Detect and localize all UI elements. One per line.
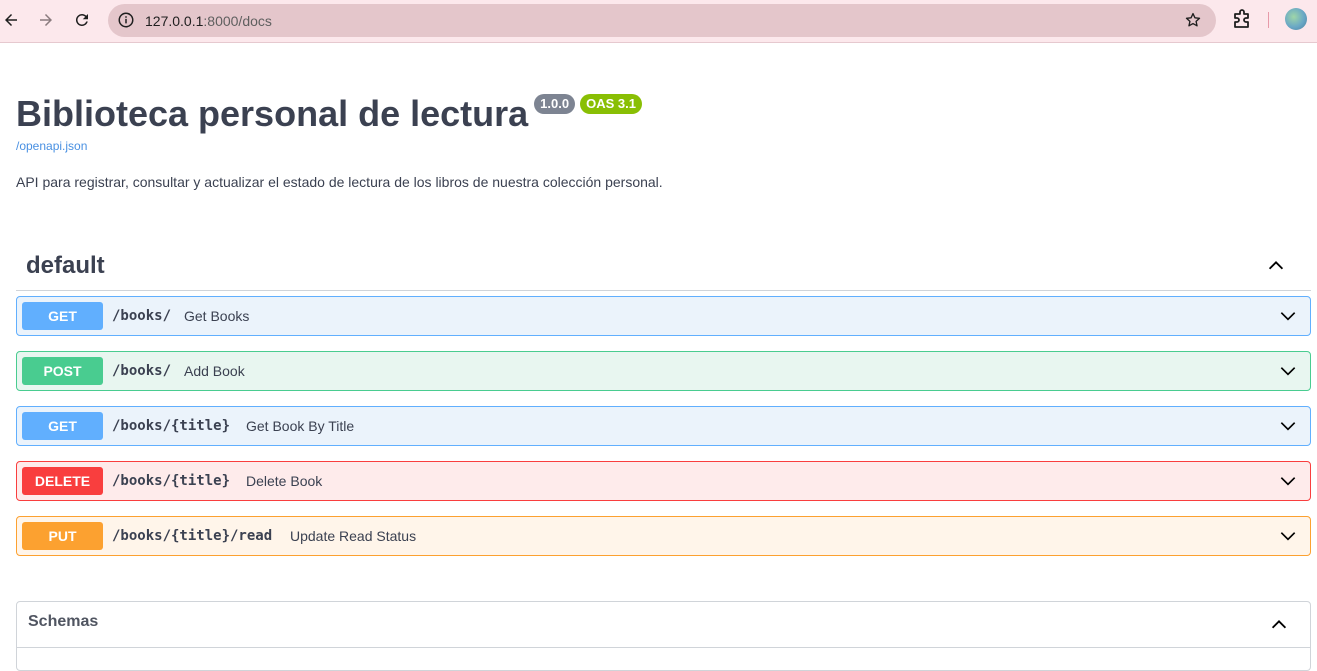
chevron-down-icon[interactable] <box>1278 306 1298 326</box>
url-text[interactable]: 127.0.0.1:8000/docs <box>145 13 272 29</box>
arrow-left-icon <box>5 14 17 26</box>
forward-button[interactable] <box>32 6 60 34</box>
operation-summary: Update Read Status <box>290 528 417 544</box>
browser-toolbar: 127.0.0.1:8000/docs <box>0 0 1317 43</box>
back-button[interactable] <box>0 6 25 34</box>
schemas-section: Schemas <box>16 601 1311 671</box>
puzzle-icon[interactable] <box>1230 8 1254 32</box>
chevron-up-icon[interactable] <box>1265 255 1287 277</box>
arrow-right-icon <box>40 14 52 26</box>
openapi-json-link[interactable]: /openapi.json <box>16 139 87 153</box>
avatar[interactable] <box>1285 8 1307 30</box>
operation-path: /books/ <box>112 363 172 379</box>
chevron-down-icon[interactable] <box>1278 416 1298 436</box>
operation-path: /books/{title} <box>112 418 231 434</box>
method-badge: GET <box>22 302 103 330</box>
api-description: API para registrar, consultar y actualiz… <box>16 174 663 190</box>
method-badge: GET <box>22 412 103 440</box>
operation-put-read-status[interactable]: PUT /books/{title}/read Update Read Stat… <box>16 516 1311 556</box>
reload-button[interactable] <box>68 6 96 34</box>
address-bar[interactable]: 127.0.0.1:8000/docs <box>108 4 1216 37</box>
operation-delete-book[interactable]: DELETE /books/{title} Delete Book <box>16 461 1311 501</box>
schemas-title: Schemas <box>28 613 99 630</box>
toolbar-divider <box>1268 12 1269 28</box>
chevron-down-icon[interactable] <box>1278 361 1298 381</box>
chevron-down-icon[interactable] <box>1278 471 1298 491</box>
section-default-header[interactable]: default <box>16 246 1311 291</box>
page-title: Biblioteca personal de lectura <box>16 93 529 134</box>
star-icon[interactable] <box>1184 11 1202 29</box>
operation-summary: Add Book <box>184 363 245 379</box>
operation-get-books[interactable]: GET /books/ Get Books <box>16 296 1311 336</box>
method-badge: DELETE <box>22 467 103 495</box>
method-badge: PUT <box>22 522 103 550</box>
api-info: Biblioteca personal de lectura 1.0.0 OAS… <box>16 92 642 136</box>
operation-summary: Get Book By Title <box>246 418 355 434</box>
operation-post-books[interactable]: POST /books/ Add Book <box>16 351 1311 391</box>
chevron-up-icon[interactable] <box>1268 614 1290 636</box>
url-host: 127.0.0.1 <box>145 13 204 29</box>
operation-path: /books/{title} <box>112 473 231 489</box>
section-title: default <box>26 252 105 279</box>
operation-path: /books/ <box>112 308 172 324</box>
chevron-down-icon[interactable] <box>1278 526 1298 546</box>
operation-summary: Get Books <box>184 308 250 324</box>
operation-path: /books/{title}/read <box>112 528 273 544</box>
operation-get-book-by-title[interactable]: GET /books/{title} Get Book By Title <box>16 406 1311 446</box>
operation-summary: Delete Book <box>246 473 323 489</box>
oas-badge: OAS 3.1 <box>580 94 642 114</box>
schemas-header[interactable]: Schemas <box>17 602 1310 648</box>
reload-icon <box>75 13 88 26</box>
url-path: :8000/docs <box>203 13 272 29</box>
version-badge: 1.0.0 <box>534 94 576 114</box>
info-icon[interactable] <box>117 11 135 29</box>
method-badge: POST <box>22 357 103 385</box>
